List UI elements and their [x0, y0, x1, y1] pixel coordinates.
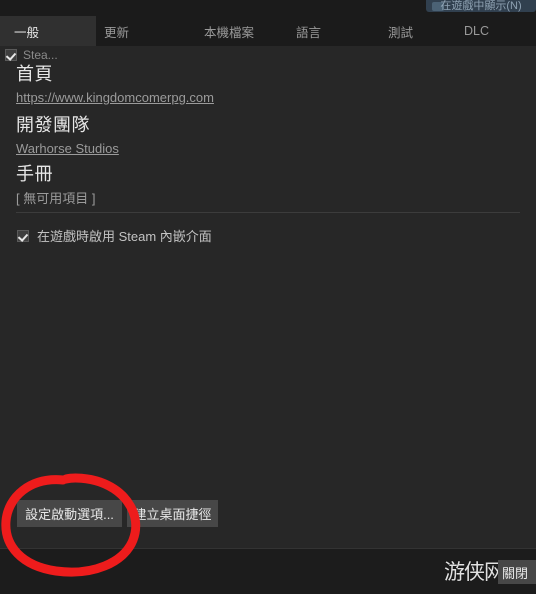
- homepage-link[interactable]: https://www.kingdomcomerpg.com: [16, 90, 214, 105]
- tab-updates-label: 更新: [104, 25, 130, 40]
- overlay-indicator-label: 在遊戲中顯示(N): [440, 0, 522, 12]
- tab-local-files-label: 本機檔案: [204, 25, 255, 40]
- set-launch-options-button[interactable]: 設定啟動選項...: [17, 500, 122, 527]
- tab-general-label: 一般: [14, 25, 40, 40]
- tab-dlc[interactable]: DLC: [464, 16, 536, 46]
- tab-language[interactable]: 語言: [296, 16, 388, 46]
- steam-overlay-checkbox-label: 在遊戲時啟用 Steam 內嵌介面: [37, 229, 212, 244]
- manual-empty-value: [ 無可用項目 ]: [16, 191, 96, 206]
- tab-updates[interactable]: 更新: [96, 16, 204, 46]
- tab-betas-label: 測試: [388, 25, 414, 40]
- tab-dlc-label: DLC: [464, 24, 490, 38]
- create-desktop-shortcut-button[interactable]: 建立桌面捷徑: [127, 500, 218, 527]
- properties-tabbar: 一般 更新 本機檔案 語言 測試 DLC: [0, 16, 536, 47]
- tab-betas[interactable]: 測試: [388, 16, 464, 46]
- steam-overlay-checkbox-row[interactable]: 在遊戲時啟用 Steam 內嵌介面: [17, 226, 212, 245]
- developer-link[interactable]: Warhorse Studios: [16, 141, 119, 156]
- overlay-indicator-widget[interactable]: 在遊戲中顯示(N): [426, 0, 536, 12]
- watermark-logo: 游侠网: [444, 560, 505, 584]
- section-heading-developer: 開發團隊: [16, 115, 90, 135]
- tab-local-files[interactable]: 本機檔案: [204, 16, 296, 46]
- section-heading-manual: 手冊: [16, 164, 53, 184]
- tab-general[interactable]: 一般: [0, 16, 96, 46]
- dialog-footer: 游侠网 關閉: [0, 548, 536, 594]
- window-top-strip: 在遊戲中顯示(N): [0, 0, 536, 16]
- tab-language-label: 語言: [296, 25, 322, 40]
- general-tab-panel: Stea... 首頁 https://www.kingdomcomerpg.co…: [0, 46, 536, 548]
- section-divider: [16, 212, 520, 213]
- close-button[interactable]: 關閉: [498, 560, 536, 584]
- checkmark-icon[interactable]: [17, 229, 29, 242]
- section-heading-homepage: 首頁: [16, 64, 53, 84]
